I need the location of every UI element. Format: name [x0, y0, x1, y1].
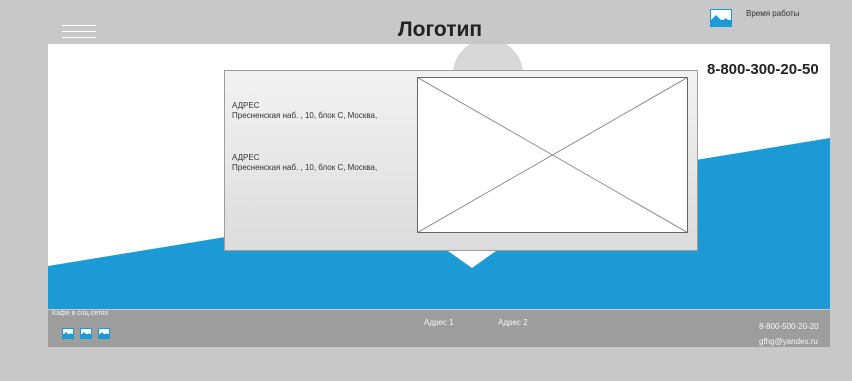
address-line: Пресненская наб. , 10, блок С, Москва, — [232, 111, 378, 120]
footer-link-address-2[interactable]: Адрес 2 — [498, 318, 528, 327]
footer-email[interactable]: gfhg@yandex.ru — [759, 337, 818, 346]
address-block: АДРЕС Пресненская наб. , 10, блок С, Мос… — [232, 153, 377, 173]
social-title: Кафе в соц.сетях — [52, 310, 109, 317]
social-image-icon[interactable] — [98, 328, 110, 339]
header-phone[interactable]: 8-800-300-20-50 — [707, 61, 819, 78]
address-line: Пресненская наб. , 10, блок С, Москва, — [232, 163, 378, 172]
address-title: АДРЕС — [232, 153, 260, 162]
map-placeholder-icon — [417, 77, 688, 233]
footer-bar — [48, 310, 830, 347]
logo[interactable]: Логотип — [355, 18, 525, 42]
social-image-icon[interactable] — [62, 328, 74, 339]
footer-phone[interactable]: 8-800-500-20-20 — [759, 322, 819, 331]
image-icon — [710, 9, 732, 27]
address-title: АДРЕС — [232, 101, 260, 110]
menu-icon[interactable] — [62, 25, 96, 39]
footer-link-address-1[interactable]: Адрес 1 — [424, 318, 454, 327]
social-image-icon[interactable] — [80, 328, 92, 339]
address-block: АДРЕС Пресненская наб. , 10, блок С, Мос… — [232, 101, 377, 121]
working-hours-label[interactable]: Время работы — [746, 9, 799, 18]
